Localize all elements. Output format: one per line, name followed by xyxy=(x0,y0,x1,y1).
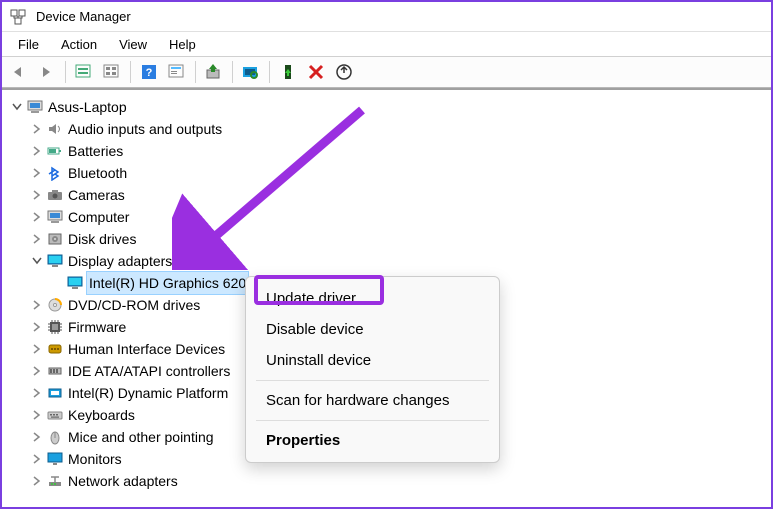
menu-view[interactable]: View xyxy=(109,35,157,54)
chevron-right-icon[interactable] xyxy=(28,450,46,468)
context-menu: Update driver Disable device Uninstall d… xyxy=(245,276,500,463)
tree-item-label: DVD/CD-ROM drives xyxy=(68,294,200,316)
dvd-icon xyxy=(46,296,64,314)
computer-icon xyxy=(46,208,64,226)
battery-icon xyxy=(46,142,64,160)
tree-item-label: Network adapters xyxy=(68,470,178,492)
uninstall-device-button[interactable] xyxy=(303,59,329,85)
menubar: File Action View Help xyxy=(2,32,771,56)
ctx-disable-device[interactable]: Disable device xyxy=(246,314,499,345)
mouse-icon xyxy=(46,428,64,446)
all-devices-button[interactable] xyxy=(99,59,125,85)
toolbar-separator xyxy=(130,61,131,83)
forward-button[interactable] xyxy=(34,59,60,85)
tree-item-label: Monitors xyxy=(68,448,122,470)
toolbar-separator xyxy=(269,61,270,83)
svg-text:?: ? xyxy=(146,67,153,79)
menu-file[interactable]: File xyxy=(8,35,49,54)
toolbar-separator xyxy=(232,61,233,83)
back-button[interactable] xyxy=(6,59,32,85)
window-title: Device Manager xyxy=(36,9,131,24)
tree-item[interactable]: Computer xyxy=(8,206,771,228)
chevron-right-icon[interactable] xyxy=(28,318,46,336)
chevron-right-icon[interactable] xyxy=(28,120,46,138)
tree-root-label: Asus-Laptop xyxy=(48,96,127,118)
update-driver-button[interactable] xyxy=(201,59,227,85)
chevron-right-icon[interactable] xyxy=(28,296,46,314)
tree-child-label: Intel(R) HD Graphics 620 xyxy=(86,271,249,295)
tree-item-label: Mice and other pointing xyxy=(68,426,214,448)
menu-action[interactable]: Action xyxy=(51,35,107,54)
tree-item-label: IDE ATA/ATAPI controllers xyxy=(68,360,230,382)
toolbar-separator xyxy=(195,61,196,83)
toolbar: ? xyxy=(2,56,771,88)
tree-item-label: Display adapters xyxy=(68,250,172,272)
tree-item[interactable]: Cameras xyxy=(8,184,771,206)
enable-device-button[interactable] xyxy=(275,59,301,85)
properties-sheet-button[interactable] xyxy=(164,59,190,85)
chevron-right-icon[interactable] xyxy=(28,164,46,182)
computer-icon xyxy=(26,98,44,116)
hid-icon xyxy=(46,340,64,358)
chevron-right-icon[interactable] xyxy=(28,428,46,446)
tree-item[interactable]: Bluetooth xyxy=(8,162,771,184)
ctx-properties[interactable]: Properties xyxy=(246,425,499,456)
intel-icon xyxy=(46,384,64,402)
tree-item-label: Batteries xyxy=(68,140,123,162)
chevron-down-icon[interactable] xyxy=(28,252,46,270)
add-legacy-button[interactable] xyxy=(331,59,357,85)
tree-item-label: Cameras xyxy=(68,184,125,206)
chevron-right-icon[interactable] xyxy=(28,208,46,226)
speaker-icon xyxy=(46,120,64,138)
tree-item-label: Keyboards xyxy=(68,404,135,426)
tree-item-label: Computer xyxy=(68,206,129,228)
chevron-right-icon[interactable] xyxy=(28,186,46,204)
monitor-icon xyxy=(46,450,64,468)
camera-icon xyxy=(46,186,64,204)
chevron-right-icon[interactable] xyxy=(28,142,46,160)
ctx-update-driver[interactable]: Update driver xyxy=(246,283,499,314)
ctx-uninstall-device[interactable]: Uninstall device xyxy=(246,345,499,376)
show-containers-button[interactable] xyxy=(71,59,97,85)
tree-item[interactable]: Network adapters xyxy=(8,470,771,492)
menu-help[interactable]: Help xyxy=(159,35,206,54)
ctx-separator xyxy=(256,420,489,421)
toolbar-separator xyxy=(65,61,66,83)
tree-item-label: Audio inputs and outputs xyxy=(68,118,222,140)
help-button[interactable]: ? xyxy=(136,59,162,85)
network-icon xyxy=(46,472,64,490)
bluetooth-icon xyxy=(46,164,64,182)
ctx-scan-hardware[interactable]: Scan for hardware changes xyxy=(246,385,499,416)
tree-item-label: Disk drives xyxy=(68,228,136,250)
tree-item-label: Bluetooth xyxy=(68,162,127,184)
chevron-down-icon[interactable] xyxy=(8,98,26,116)
tree-item-label: Human Interface Devices xyxy=(68,338,225,360)
scan-hardware-button[interactable] xyxy=(238,59,264,85)
ide-icon xyxy=(46,362,64,380)
chevron-right-icon[interactable] xyxy=(28,362,46,380)
tree-item-label: Intel(R) Dynamic Platform xyxy=(68,382,228,404)
tree-root[interactable]: Asus-Laptop xyxy=(8,96,771,118)
tree-item[interactable]: Display adapters xyxy=(8,250,771,272)
keyboard-icon xyxy=(46,406,64,424)
chevron-right-icon[interactable] xyxy=(28,384,46,402)
display-icon xyxy=(46,252,64,270)
titlebar: Device Manager xyxy=(2,2,771,32)
tree-item[interactable]: Disk drives xyxy=(8,228,771,250)
device-manager-icon xyxy=(10,9,26,25)
firmware-icon xyxy=(46,318,64,336)
tree-item[interactable]: Batteries xyxy=(8,140,771,162)
chevron-right-icon[interactable] xyxy=(28,230,46,248)
ctx-separator xyxy=(256,380,489,381)
tree-content: Asus-Laptop Audio inputs and outputsBatt… xyxy=(2,88,771,492)
disk-icon xyxy=(46,230,64,248)
chevron-right-icon[interactable] xyxy=(28,406,46,424)
tree-item-label: Firmware xyxy=(68,316,126,338)
chevron-right-icon[interactable] xyxy=(28,340,46,358)
tree-item[interactable]: Audio inputs and outputs xyxy=(8,118,771,140)
display-icon xyxy=(66,274,84,292)
chevron-right-icon[interactable] xyxy=(28,472,46,490)
